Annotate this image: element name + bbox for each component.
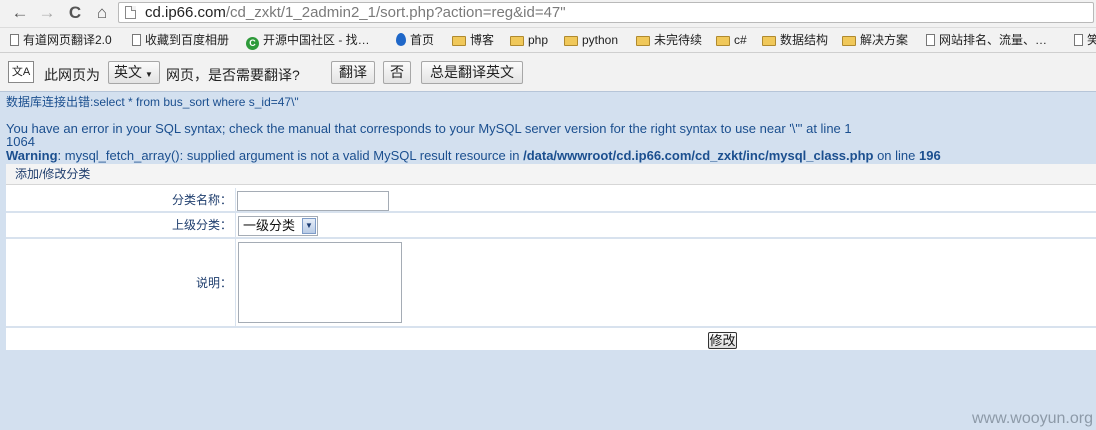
folder-icon	[564, 36, 578, 46]
warning-path: /data/wwwroot/cd.ip66.com/cd_zxkt/inc/my…	[523, 148, 874, 163]
bookmark-item[interactable]: 解决方案	[842, 32, 908, 48]
blue-drop-icon	[396, 33, 406, 46]
translate-prefix: 此网页为	[44, 67, 100, 83]
bookmark-label: python	[582, 33, 619, 47]
green-c-icon: C	[246, 37, 259, 50]
bookmark-label: 博客	[470, 33, 495, 47]
folder-icon	[842, 36, 856, 46]
always-translate-button[interactable]: 总是翻译英文	[421, 61, 523, 84]
url-path: /cd_zxkt/1_2admin2_1/sort.php?action=reg…	[225, 4, 566, 21]
category-name-input[interactable]	[237, 191, 389, 211]
chevron-down-icon: ▼	[302, 218, 316, 234]
home-icon[interactable]: ⌂	[92, 3, 112, 23]
translate-button[interactable]: 翻译	[331, 61, 375, 84]
bookmark-label: 笑	[1087, 33, 1096, 47]
bookmark-item[interactable]: 首页	[396, 32, 434, 48]
bookmark-item[interactable]: 未完待续	[636, 32, 702, 48]
form-title: 添加/修改分类	[6, 164, 1096, 185]
bookmark-label: 有道网页翻译2.0	[23, 33, 112, 47]
folder-icon	[452, 36, 466, 46]
bookmark-label: 收藏到百度相册	[145, 33, 230, 47]
folder-icon	[636, 36, 650, 46]
folder-icon	[716, 36, 730, 46]
bookmark-item[interactable]: 博客	[452, 32, 494, 48]
bookmark-label: 数据结构	[780, 33, 829, 47]
db-error-text: 数据库连接出错:select * from bus_sort where s_i…	[6, 95, 299, 109]
bookmark-label: 首页	[410, 33, 435, 47]
forward-icon[interactable]: →	[37, 3, 57, 23]
form-row-desc: 说明：	[6, 239, 1096, 328]
bookmark-label: 未完待续	[654, 33, 703, 47]
back-icon[interactable]: ←	[10, 3, 30, 23]
error-code: 1064	[6, 134, 35, 149]
translate-icon: 文A	[8, 61, 34, 83]
form-row-parent: 上级分类： 一级分类 ▼	[6, 213, 1096, 239]
url-text: cd.ip66.com/cd_zxkt/1_2admin2_1/sort.php…	[145, 4, 566, 21]
bookmarks-bar: 有道网页翻译2.0 收藏到百度相册 C 开源中国社区 - 找… 首页 博客 php…	[0, 28, 1096, 53]
bookmark-item[interactable]: 收藏到百度相册	[132, 32, 229, 48]
bookmark-label: 网站排名、流量、…	[939, 33, 1048, 47]
no-button[interactable]: 否	[383, 61, 411, 84]
warning-on: on line	[873, 148, 920, 163]
name-label: 分类名称：	[6, 188, 236, 211]
translate-question: 网页，是否需要翻译?	[166, 67, 300, 83]
page-icon	[132, 34, 141, 46]
chevron-down-icon: ▼	[145, 70, 153, 79]
category-form: 添加/修改分类 分类名称： 上级分类： 一级分类 ▼ 说明： 修改	[6, 164, 1096, 350]
language-value: 英文	[114, 64, 142, 80]
bookmark-label: c#	[734, 33, 747, 47]
bookmark-label: 解决方案	[860, 33, 909, 47]
sql-error-text: You have an error in your SQL syntax; ch…	[6, 121, 852, 136]
bookmark-item[interactable]: 笑	[1074, 32, 1096, 48]
warning-line: 196	[919, 148, 941, 163]
browser-toolbar: ← → C ⌂ cd.ip66.com/cd_zxkt/1_2admin2_1/…	[0, 0, 1096, 28]
page-icon	[10, 34, 19, 46]
bookmark-label: 开源中国社区 - 找…	[263, 33, 370, 47]
translate-infobar: 文A 此网页为 英文 ▼ 网页，是否需要翻译? 翻译 否 总是翻译英文	[0, 53, 1096, 92]
folder-icon	[762, 36, 776, 46]
desc-label: 说明：	[6, 239, 236, 326]
folder-icon	[510, 36, 524, 46]
warning-text: : mysql_fetch_array(): supplied argument…	[57, 148, 524, 163]
bookmark-item[interactable]: C 开源中国社区 - 找…	[246, 32, 370, 50]
bookmark-item[interactable]: python	[564, 32, 618, 48]
bookmark-item[interactable]: c#	[716, 32, 747, 48]
warning-message: Warning: mysql_fetch_array(): supplied a…	[6, 148, 941, 163]
parent-category-value: 一级分类	[243, 218, 296, 233]
description-textarea[interactable]	[238, 242, 402, 323]
page-icon	[1074, 34, 1083, 46]
page-icon	[926, 34, 935, 46]
parent-label: 上级分类：	[6, 213, 236, 237]
page-icon	[125, 6, 136, 19]
warning-label: Warning	[6, 148, 58, 163]
form-row-name: 分类名称：	[6, 188, 1096, 213]
bookmark-item[interactable]: 网站排名、流量、…	[926, 32, 1047, 48]
bookmark-item[interactable]: 数据结构	[762, 32, 828, 48]
reload-icon[interactable]: C	[65, 3, 85, 23]
bookmark-label: php	[528, 33, 549, 47]
parent-category-select[interactable]: 一级分类 ▼	[238, 216, 318, 236]
bookmark-item[interactable]: php	[510, 32, 548, 48]
watermark: www.wooyun.org	[972, 410, 1093, 427]
url-host: cd.ip66.com	[145, 4, 226, 21]
language-select[interactable]: 英文 ▼	[108, 61, 160, 84]
modify-button[interactable]: 修改	[708, 332, 737, 349]
bookmark-item[interactable]: 有道网页翻译2.0	[10, 32, 112, 48]
address-bar[interactable]: cd.ip66.com/cd_zxkt/1_2admin2_1/sort.php…	[118, 2, 1094, 23]
